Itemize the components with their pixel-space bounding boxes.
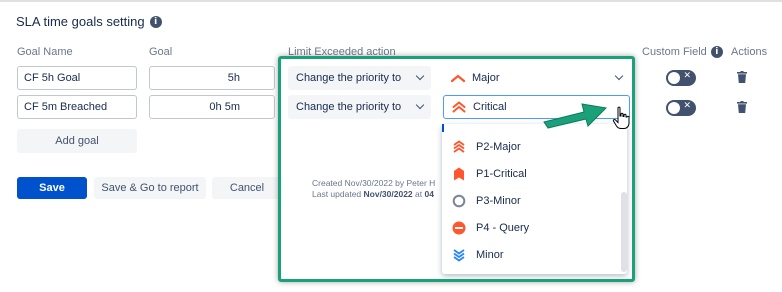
highlight-frame: [278, 56, 635, 282]
custom-field-toggle[interactable]: ✕: [666, 70, 696, 86]
page-title: SLA time goals setting i: [16, 14, 162, 29]
header-actions: Actions: [731, 46, 768, 58]
trash-icon[interactable]: [737, 101, 747, 113]
header-custom-field: Custom Field i: [642, 46, 723, 58]
pointer-arrow-icon: [543, 103, 608, 129]
goal-input[interactable]: 0h 5m: [149, 95, 275, 119]
save-button[interactable]: Save: [17, 177, 87, 199]
page-title-text: SLA time goals setting: [16, 14, 145, 29]
save-go-report-button[interactable]: Save & Go to report: [94, 177, 206, 199]
goal-name-input[interactable]: CF 5h Goal: [17, 66, 137, 90]
hand-cursor-icon: [612, 106, 630, 129]
custom-field-toggle[interactable]: ✕: [666, 100, 696, 116]
goal-name-input[interactable]: CF 5m Breached: [17, 95, 137, 119]
close-icon: ✕: [683, 101, 691, 111]
info-icon[interactable]: i: [149, 15, 162, 28]
cancel-button[interactable]: Cancel: [212, 177, 282, 199]
header-goal: Goal: [149, 46, 173, 58]
toggle-knob: [668, 72, 680, 84]
info-icon[interactable]: i: [710, 46, 723, 58]
add-goal-button[interactable]: Add goal: [17, 129, 137, 153]
trash-icon[interactable]: [737, 71, 747, 83]
toggle-knob: [668, 102, 680, 114]
header-custom-field-label: Custom Field: [642, 46, 707, 58]
top-divider: [0, 0, 782, 2]
header-goal-name: Goal Name: [17, 46, 73, 58]
goal-input[interactable]: 5h: [149, 66, 275, 90]
close-icon: ✕: [683, 71, 691, 81]
